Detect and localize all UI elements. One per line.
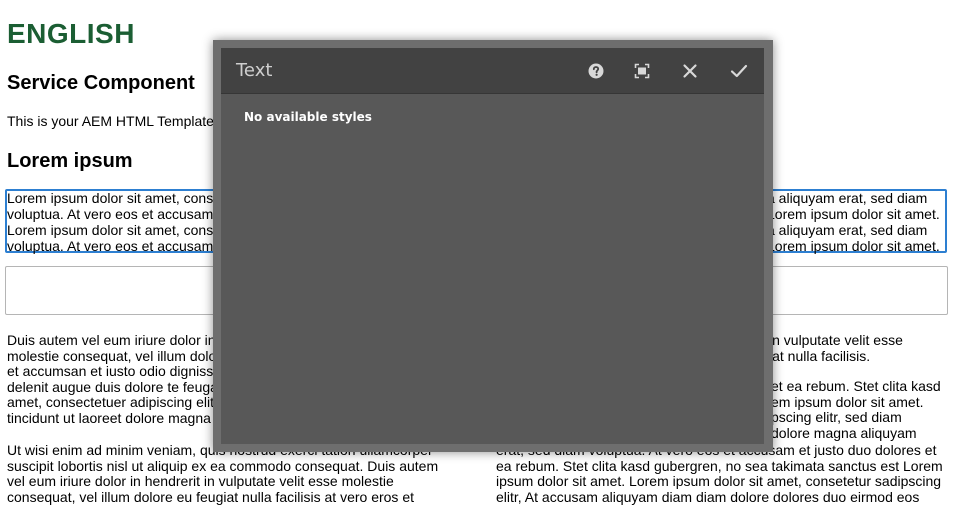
selected-text-line: a aliquyam erat, sed diam [767,190,928,206]
right-column-paragraph-1: in vulputate velit esse iat nulla facili… [769,332,903,364]
paragraph-line: amet, consectetuer adipiscing elit, [7,394,218,411]
paragraph-line: ipsum dolor sit amet. Lorem ipsum dolor … [496,473,942,490]
paragraph-line: iat nulla facilisis. [769,347,871,364]
paragraph-line: vel eum iriure dolor in hendrerit in vul… [7,473,394,490]
paragraph-line: Duis autem vel eum iriure dolor in [7,332,216,348]
paragraph-line: molestie consequat, vel illum dolo [7,347,217,364]
selected-text-line: voluptua. At vero eos et accusam [7,238,214,254]
left-column-paragraph-1: Duis autem vel eum iriure dolor in moles… [7,332,223,427]
fullscreen-icon [634,63,650,79]
close-icon [683,64,697,78]
paragraph-line: consequat, vel illum dolore eu feugiat n… [7,488,414,505]
close-button[interactable] [678,59,702,83]
selected-text-line: Lorem ipsum dolor sit amet, conse [7,222,221,238]
text-styles-dialog: Text No available styles [221,48,764,444]
paragraph-line: in vulputate velit esse [769,332,903,348]
checkmark-icon [730,64,748,78]
paragraph-line: elitr, At accusam aliquyam diam diam dol… [496,488,920,505]
dialog-header[interactable]: Text [221,48,764,94]
right-column-paragraph-2: et ea rebum. Stet clita kasd em ipsum do… [771,378,941,441]
help-button[interactable] [584,59,608,83]
paragraph-line: suscipit lobortis nisl ut aliquip ex ea … [7,457,439,474]
heading-lorem-ipsum: Lorem ipsum [7,150,133,172]
paragraph-line: tincidunt ut laoreet dolore magna a [7,409,223,426]
confirm-button[interactable] [727,59,751,83]
paragraph-line: et accumsan et iusto odio dignissi [7,363,217,380]
selected-text-line: voluptua. At vero eos et accusam [7,206,214,222]
intro-text: This is your AEM HTML Template [7,113,214,129]
paragraph-line: ea rebum. Stet clita kasd gubergren, no … [496,457,943,474]
left-column-paragraph-2: Ut wisi enim ad minim veniam, quis nostr… [7,442,439,505]
selected-text-line: a aliquyam erat, sed diam [767,222,928,238]
help-icon [588,63,604,79]
selected-text-line: Lorem ipsum dolor sit amet. [767,206,940,222]
no-styles-message: No available styles [244,110,372,124]
selected-text-line: Lorem ipsum dolor sit amet. [767,238,940,254]
paragraph-line: em ipsum dolor sit amet. [771,393,924,410]
heading-service-component: Service Component [7,72,195,94]
fullscreen-button[interactable] [630,59,654,83]
right-column-paragraph-3: erat, sed diam voluptua. At vero eos et … [496,442,943,505]
dialog-title: Text [236,60,273,81]
paragraph-line: et ea rebum. Stet clita kasd [771,378,941,394]
paragraph-line: delenit augue duis dolore te feugai [7,378,222,395]
paragraph-line: pscing elitr, sed diam [771,409,902,426]
selected-text-line: Lorem ipsum dolor sit amet, conse [7,190,221,206]
site-brand: ENGLISH [7,18,135,49]
paragraph-line: dolore magna aliquyam [771,424,917,441]
